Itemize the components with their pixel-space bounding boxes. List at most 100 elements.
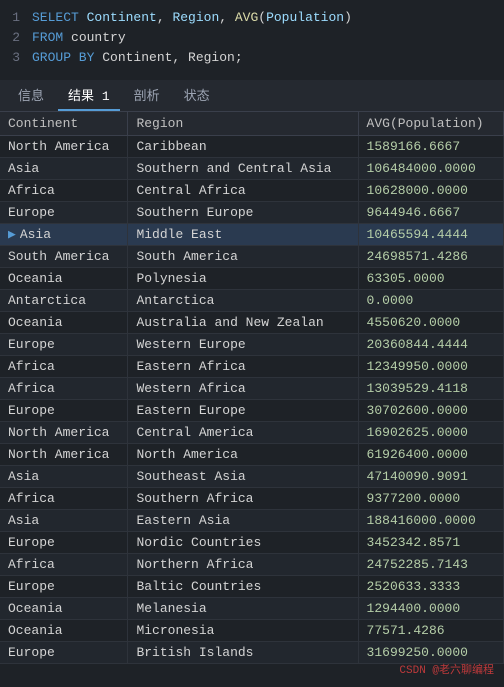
- table-cell: 24752285.7143: [358, 554, 503, 576]
- table-cell: Europe: [0, 576, 128, 598]
- table-cell: Africa: [0, 488, 128, 510]
- table-cell: Oceania: [0, 598, 128, 620]
- table-cell: 10465594.4444: [358, 224, 503, 246]
- table-row[interactable]: North AmericaNorth America61926400.0000: [0, 444, 504, 466]
- table-cell: Europe: [0, 532, 128, 554]
- table-cell: 77571.4286: [358, 620, 503, 642]
- table-cell: Europe: [0, 400, 128, 422]
- table-cell: 4550620.0000: [358, 312, 503, 334]
- table-cell: 13039529.4118: [358, 378, 503, 400]
- table-cell: North America: [0, 422, 128, 444]
- tab-信息[interactable]: 信息: [8, 80, 54, 111]
- table-cell: 1294400.0000: [358, 598, 503, 620]
- table-cell: Oceania: [0, 268, 128, 290]
- table-cell: South America: [0, 246, 128, 268]
- results-table: ContinentRegionAVG(Population) North Ame…: [0, 112, 504, 664]
- table-cell: Oceania: [0, 620, 128, 642]
- table-cell: Asia: [0, 510, 128, 532]
- line-number: 2: [0, 28, 32, 48]
- table-cell: 3452342.8571: [358, 532, 503, 554]
- table-cell: Nordic Countries: [128, 532, 358, 554]
- table-cell: Asia: [0, 466, 128, 488]
- table-cell: Western Europe: [128, 334, 358, 356]
- table-cell: Southern Europe: [128, 202, 358, 224]
- table-cell: Caribbean: [128, 136, 358, 158]
- table-row[interactable]: EuropeEastern Europe30702600.0000: [0, 400, 504, 422]
- table-cell: 61926400.0000: [358, 444, 503, 466]
- table-row[interactable]: AsiaSouthern and Central Asia106484000.0…: [0, 158, 504, 180]
- table-row[interactable]: AntarcticaAntarctica0.0000: [0, 290, 504, 312]
- line-number: 1: [0, 8, 32, 28]
- table-cell: Europe: [0, 642, 128, 664]
- table-row[interactable]: AfricaWestern Africa13039529.4118: [0, 378, 504, 400]
- table-row[interactable]: EuropeSouthern Europe9644946.6667: [0, 202, 504, 224]
- header-row: ContinentRegionAVG(Population): [0, 112, 504, 136]
- table-cell: 10628000.0000: [358, 180, 503, 202]
- table-cell: Southern and Central Asia: [128, 158, 358, 180]
- table-cell: Asia: [0, 158, 128, 180]
- table-cell: Africa: [0, 554, 128, 576]
- table-cell: Northern Africa: [128, 554, 358, 576]
- table-cell: 106484000.0000: [358, 158, 503, 180]
- table-cell: 9644946.6667: [358, 202, 503, 224]
- table-cell: Middle East: [128, 224, 358, 246]
- table-cell: Africa: [0, 378, 128, 400]
- table-row[interactable]: AfricaSouthern Africa9377200.0000: [0, 488, 504, 510]
- tab-状态[interactable]: 状态: [174, 80, 220, 111]
- code-line: 2FROM country: [0, 28, 504, 48]
- table-cell: Western Africa: [128, 378, 358, 400]
- table-row[interactable]: OceaniaMicronesia77571.4286: [0, 620, 504, 642]
- results-table-container[interactable]: ContinentRegionAVG(Population) North Ame…: [0, 112, 504, 664]
- tabs-bar: 信息结果 1剖析状态: [0, 80, 504, 112]
- table-cell: Africa: [0, 356, 128, 378]
- table-cell: Baltic Countries: [128, 576, 358, 598]
- table-row[interactable]: North AmericaCentral America16902625.000…: [0, 422, 504, 444]
- code-line: 3GROUP BY Continent, Region;: [0, 48, 504, 68]
- table-cell: 9377200.0000: [358, 488, 503, 510]
- table-cell: Australia and New Zealan: [128, 312, 358, 334]
- table-row[interactable]: South AmericaSouth America24698571.4286: [0, 246, 504, 268]
- table-cell: 24698571.4286: [358, 246, 503, 268]
- table-cell: Central America: [128, 422, 358, 444]
- code-text: FROM country: [32, 28, 126, 48]
- tab-剖析[interactable]: 剖析: [124, 80, 170, 111]
- table-row[interactable]: AsiaEastern Asia188416000.0000: [0, 510, 504, 532]
- table-cell: 2520633.3333: [358, 576, 503, 598]
- table-cell: 20360844.4444: [358, 334, 503, 356]
- table-cell: Central Africa: [128, 180, 358, 202]
- table-row[interactable]: OceaniaAustralia and New Zealan4550620.0…: [0, 312, 504, 334]
- table-row[interactable]: AfricaCentral Africa10628000.0000: [0, 180, 504, 202]
- table-cell: Micronesia: [128, 620, 358, 642]
- table-row[interactable]: AsiaSoutheast Asia47140090.9091: [0, 466, 504, 488]
- table-cell: Oceania: [0, 312, 128, 334]
- table-cell: Melanesia: [128, 598, 358, 620]
- table-cell: 63305.0000: [358, 268, 503, 290]
- table-row[interactable]: AfricaEastern Africa12349950.0000: [0, 356, 504, 378]
- table-cell: North America: [128, 444, 358, 466]
- table-cell: North America: [0, 444, 128, 466]
- col-header-region: Region: [128, 112, 358, 136]
- table-cell: 16902625.0000: [358, 422, 503, 444]
- line-number: 3: [0, 48, 32, 68]
- table-row[interactable]: OceaniaMelanesia1294400.0000: [0, 598, 504, 620]
- tab-结果1[interactable]: 结果 1: [58, 80, 120, 111]
- table-cell: Europe: [0, 202, 128, 224]
- table-cell: 47140090.9091: [358, 466, 503, 488]
- table-cell: Eastern Asia: [128, 510, 358, 532]
- table-row[interactable]: AsiaMiddle East10465594.4444: [0, 224, 504, 246]
- table-cell: 0.0000: [358, 290, 503, 312]
- table-row[interactable]: EuropeBaltic Countries2520633.3333: [0, 576, 504, 598]
- table-row[interactable]: OceaniaPolynesia63305.0000: [0, 268, 504, 290]
- table-row[interactable]: EuropeNordic Countries3452342.8571: [0, 532, 504, 554]
- table-row[interactable]: EuropeWestern Europe20360844.4444: [0, 334, 504, 356]
- table-cell: South America: [128, 246, 358, 268]
- table-cell: 12349950.0000: [358, 356, 503, 378]
- table-cell: North America: [0, 136, 128, 158]
- table-cell: 1589166.6667: [358, 136, 503, 158]
- code-line: 1SELECT Continent, Region, AVG(Populatio…: [0, 8, 504, 28]
- table-cell: Southern Africa: [128, 488, 358, 510]
- code-text: SELECT Continent, Region, AVG(Population…: [32, 8, 352, 28]
- table-cell: Antarctica: [128, 290, 358, 312]
- table-row[interactable]: North AmericaCaribbean1589166.6667: [0, 136, 504, 158]
- table-row[interactable]: AfricaNorthern Africa24752285.7143: [0, 554, 504, 576]
